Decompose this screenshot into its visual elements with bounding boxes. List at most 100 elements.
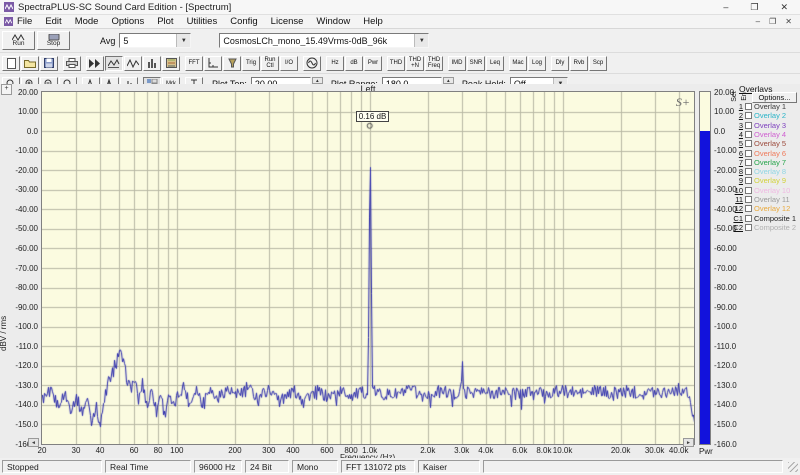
overlay-C2-set-link[interactable]: C2 bbox=[731, 223, 743, 232]
menu-item-license[interactable]: License bbox=[271, 16, 304, 27]
stop-button[interactable]: Stop bbox=[37, 31, 70, 50]
maximize-button[interactable]: ❐ bbox=[750, 2, 758, 13]
io-device-button[interactable]: I/O bbox=[280, 55, 298, 71]
overlay-1-label: Overlay 1 bbox=[754, 102, 787, 111]
overlay-C1-label: Composite 1 bbox=[754, 213, 797, 223]
child-close-button[interactable]: ✕ bbox=[785, 17, 792, 26]
units-db-button[interactable]: dB bbox=[345, 55, 363, 71]
playback-speed-button[interactable] bbox=[86, 55, 104, 71]
x-tick-label: 2.0k bbox=[420, 446, 436, 455]
reverb-button[interactable]: Rvb bbox=[570, 55, 588, 71]
overlay-6-enable-checkbox[interactable] bbox=[745, 149, 752, 157]
overlay-9-set-link[interactable]: 9 bbox=[731, 176, 743, 185]
fft-settings-button[interactable]: FFT bbox=[185, 55, 203, 71]
spectrum-plot[interactable] bbox=[41, 91, 695, 445]
thd-vs-freq-button[interactable]: THD Freq bbox=[425, 55, 443, 71]
file-combo-value: CosmosLCh_mono_15.49Vrms-0dB_96k bbox=[223, 35, 388, 46]
overlays-en-header: En bbox=[740, 92, 748, 101]
overlay-4-set-link[interactable]: 4 bbox=[731, 130, 743, 139]
scope-button[interactable]: Scp bbox=[589, 55, 607, 71]
menu-item-help[interactable]: Help bbox=[363, 16, 383, 27]
new-file-button[interactable] bbox=[2, 55, 20, 71]
overlay-4-enable-checkbox[interactable] bbox=[745, 130, 752, 138]
overlay-C1-enable-checkbox[interactable] bbox=[745, 214, 752, 222]
signal-generator-button[interactable] bbox=[303, 55, 321, 71]
spectrogram-view-button[interactable] bbox=[162, 55, 180, 71]
surface-3d-view-button[interactable] bbox=[143, 55, 161, 71]
overlay-6-set-link[interactable]: 6 bbox=[731, 149, 743, 158]
logging-button[interactable]: Log bbox=[528, 55, 546, 71]
menu-item-file[interactable]: File bbox=[17, 16, 32, 27]
overlay-8-set-link[interactable]: 8 bbox=[731, 167, 743, 176]
overlay-7-enable-checkbox[interactable] bbox=[745, 158, 752, 166]
overlay-8-enable-checkbox[interactable] bbox=[745, 168, 752, 176]
overlay-11-enable-checkbox[interactable] bbox=[745, 196, 752, 203]
overlay-10-set-link[interactable]: 10 bbox=[731, 186, 743, 195]
time-series-view-button[interactable] bbox=[124, 55, 142, 71]
menu-item-edit[interactable]: Edit bbox=[45, 16, 61, 27]
leq-button[interactable]: Leq bbox=[486, 55, 504, 71]
file-combo[interactable]: CosmosLCh_mono_15.49Vrms-0dB_96k ▼ bbox=[219, 33, 430, 48]
child-minimize-button[interactable]: – bbox=[756, 17, 760, 26]
overlay-row: 4 Overlay 4 bbox=[731, 130, 800, 139]
overlay-2-set-link[interactable]: 2 bbox=[731, 111, 743, 120]
power-meter-label: Pwr bbox=[699, 447, 713, 456]
units-hz-button[interactable]: Hz bbox=[326, 55, 344, 71]
scaling-button[interactable] bbox=[204, 55, 222, 71]
close-button[interactable]: ✕ bbox=[780, 2, 788, 13]
overlay-5-enable-checkbox[interactable] bbox=[745, 140, 752, 148]
overlay-7-set-link[interactable]: 7 bbox=[731, 158, 743, 167]
overlay-C1-set-link[interactable]: C1 bbox=[731, 214, 743, 223]
overlay-1-enable-checkbox[interactable] bbox=[745, 103, 752, 110]
imd-button[interactable]: IMD bbox=[448, 55, 466, 71]
menu-item-plot[interactable]: Plot bbox=[157, 16, 173, 27]
open-file-button[interactable] bbox=[21, 55, 39, 71]
post-process-button[interactable] bbox=[105, 55, 123, 71]
avg-select[interactable]: 5 ▼ bbox=[119, 33, 192, 48]
overlay-C2-enable-checkbox[interactable] bbox=[745, 223, 752, 231]
delay-finder-button[interactable]: Dly bbox=[551, 55, 569, 71]
triggering-label: Trig bbox=[245, 60, 257, 66]
overlay-12-set-link[interactable]: 12 bbox=[731, 204, 743, 213]
resize-grip[interactable] bbox=[788, 461, 798, 472]
snr-button[interactable]: SNR bbox=[467, 55, 485, 71]
run-button[interactable]: Run bbox=[2, 31, 35, 50]
scroll-right-button[interactable]: ► bbox=[683, 438, 694, 447]
overlay-9-enable-checkbox[interactable] bbox=[745, 177, 752, 185]
calibration-button[interactable] bbox=[223, 55, 241, 71]
overlay-row: 10 Overlay 10 bbox=[731, 186, 800, 195]
overlay-1-set-link[interactable]: 1 bbox=[731, 102, 743, 111]
menu-item-options[interactable]: Options bbox=[111, 16, 144, 27]
overlay-3-set-link[interactable]: 3 bbox=[731, 121, 743, 130]
overlay-3-enable-checkbox[interactable] bbox=[745, 121, 752, 129]
units-pwr-label: Pwr bbox=[367, 60, 379, 66]
spectrum-canvas[interactable] bbox=[42, 92, 694, 444]
menu-item-mode[interactable]: Mode bbox=[75, 16, 99, 27]
plot-range-up-icon[interactable]: ▲ bbox=[442, 76, 454, 84]
plot-top-up-icon[interactable]: ▲ bbox=[311, 76, 323, 84]
thd-button[interactable]: THD bbox=[387, 55, 405, 71]
menu-item-window[interactable]: Window bbox=[316, 16, 350, 27]
meter-tick-label: -110.0 bbox=[714, 341, 737, 351]
menu-item-utilities[interactable]: Utilities bbox=[187, 16, 218, 27]
avg-dropdown-arrow-icon[interactable]: ▼ bbox=[176, 34, 191, 47]
child-restore-button[interactable]: ❐ bbox=[769, 17, 776, 26]
overlay-12-enable-checkbox[interactable] bbox=[745, 205, 752, 213]
print-button[interactable] bbox=[63, 55, 81, 71]
macro-button[interactable]: Mac bbox=[509, 55, 527, 71]
triggering-button[interactable]: Trig bbox=[242, 55, 260, 71]
scroll-left-button[interactable]: ◄ bbox=[28, 438, 39, 447]
y-tick-label: -120.0 bbox=[15, 361, 38, 371]
minimize-button[interactable]: – bbox=[723, 2, 728, 13]
units-pwr-button[interactable]: Pwr bbox=[364, 55, 382, 71]
thd-plus-n-button[interactable]: THD +N bbox=[406, 55, 424, 71]
menu-item-config[interactable]: Config bbox=[230, 16, 257, 27]
overlay-2-enable-checkbox[interactable] bbox=[745, 112, 752, 120]
overlay-5-set-link[interactable]: 5 bbox=[731, 139, 743, 148]
save-file-button[interactable] bbox=[40, 55, 58, 71]
overlay-11-set-link[interactable]: 11 bbox=[731, 195, 743, 204]
file-combo-arrow-icon[interactable]: ▼ bbox=[414, 34, 429, 47]
x-tick-label: 200 bbox=[228, 446, 242, 455]
overlay-10-enable-checkbox[interactable] bbox=[745, 186, 752, 194]
run-control-button[interactable]: Run Ctl bbox=[261, 55, 279, 71]
